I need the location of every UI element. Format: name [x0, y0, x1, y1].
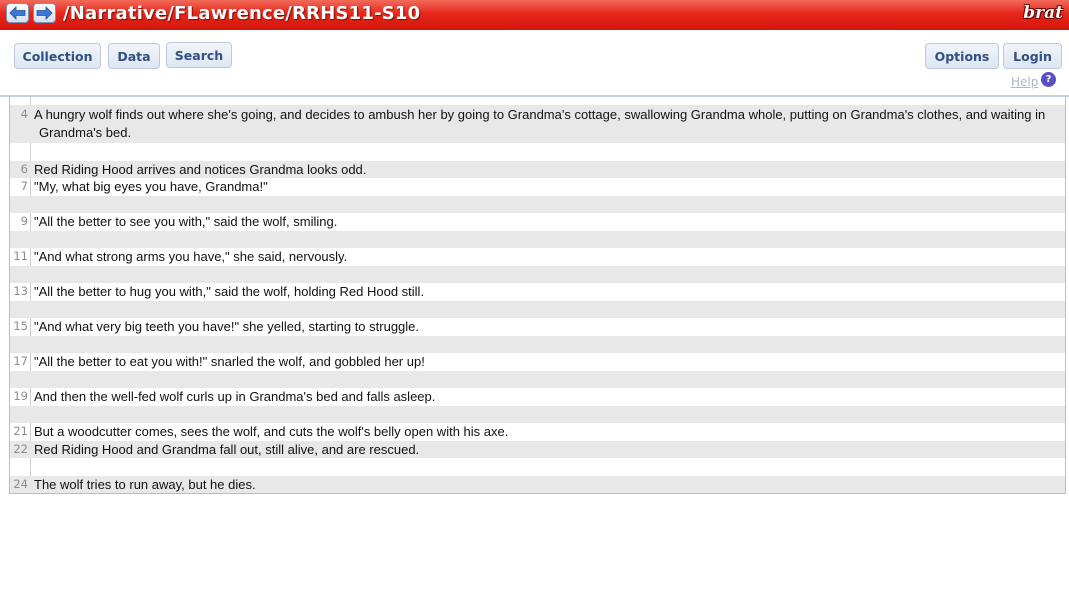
- menu-bar: Collection Data Search Options Login Hel…: [0, 30, 1069, 97]
- line-number: 9: [20, 214, 28, 228]
- line-number: 7: [20, 179, 28, 193]
- document-view: 4 A hungry wolf finds out where she's go…: [9, 97, 1066, 494]
- help-link[interactable]: Help: [1011, 75, 1038, 89]
- line-text: "My, what big eyes you have, Grandma!": [34, 179, 268, 194]
- line-text: The wolf tries to run away, but he dies.: [34, 477, 256, 492]
- line-text: Red Riding Hood and Grandma fall out, st…: [34, 442, 420, 457]
- options-button[interactable]: Options: [925, 43, 999, 69]
- document-path: /Narrative/FLawrence/RRHS11-S10: [63, 3, 421, 24]
- text-line-15: 15 "And what very big teeth you have!" s…: [10, 318, 1065, 336]
- text-line-21: 21 But a woodcutter comes, sees the wolf…: [10, 423, 1065, 441]
- text-line-7: 7 "My, what big eyes you have, Grandma!": [10, 178, 1065, 196]
- arrow-right-icon: [36, 6, 53, 20]
- text-line-11: 11 "And what strong arms you have," she …: [10, 248, 1065, 266]
- search-button[interactable]: Search: [166, 42, 232, 68]
- title-bar: /Narrative/FLawrence/RRHS11-S10 brat: [0, 0, 1069, 30]
- line-text: Red Riding Hood arrives and notices Gran…: [34, 162, 367, 177]
- collection-button[interactable]: Collection: [14, 43, 101, 69]
- line-number: 11: [13, 249, 28, 263]
- line-number: 13: [13, 284, 28, 298]
- text-line-6: 6 Red Riding Hood arrives and notices Gr…: [10, 161, 1065, 178]
- text-line-22: 22 Red Riding Hood and Grandma fall out,…: [10, 441, 1065, 458]
- arrow-left-icon: [9, 6, 26, 20]
- text-line-23: [10, 458, 1065, 476]
- line-text: "And what strong arms you have," she sai…: [34, 249, 348, 264]
- line-number: 15: [13, 319, 28, 333]
- line-number: 17: [13, 354, 28, 368]
- text-line-9: 9 "All the better to see you with," said…: [10, 213, 1065, 231]
- line-text-part: A hungry wolf finds out where she's goin…: [34, 107, 1046, 122]
- text-line-4: 4 A hungry wolf finds out where she's go…: [10, 105, 1065, 143]
- text-line-14: [10, 301, 1065, 318]
- line-text: A hungry wolf finds out where she's goin…: [34, 106, 1054, 142]
- line-number: 22: [13, 442, 28, 456]
- line-text: "All the better to eat you with!" snarle…: [34, 354, 425, 369]
- data-button[interactable]: Data: [108, 43, 160, 69]
- text-line-19: 19 And then the well-fed wolf curls up i…: [10, 388, 1065, 406]
- line-number: 21: [13, 424, 28, 438]
- text-line-17: 17 "All the better to eat you with!" sna…: [10, 353, 1065, 371]
- text-line-10: [10, 231, 1065, 248]
- text-line-24: 24 The wolf tries to run away, but he di…: [10, 476, 1065, 493]
- text-line-12: [10, 266, 1065, 283]
- brat-logo: brat: [1023, 3, 1063, 23]
- login-button[interactable]: Login: [1003, 43, 1062, 69]
- line-text: But a woodcutter comes, sees the wolf, a…: [34, 424, 509, 439]
- text-line-16: [10, 336, 1065, 353]
- text-line-8: [10, 196, 1065, 213]
- back-button[interactable]: [6, 3, 29, 23]
- line-text-part: Grandma's bed.: [39, 125, 132, 140]
- line-number: 19: [13, 389, 28, 403]
- line-number: 4: [20, 107, 28, 121]
- line-number: 24: [13, 477, 28, 491]
- line-text: And then the well-fed wolf curls up in G…: [34, 389, 436, 404]
- text-line-18: [10, 371, 1065, 388]
- help-icon[interactable]: ?: [1041, 72, 1056, 87]
- line-number: 6: [20, 162, 28, 176]
- line-text: "All the better to hug you with," said t…: [34, 284, 425, 299]
- line-text: "All the better to see you with," said t…: [34, 214, 338, 229]
- text-line-5: [10, 143, 1065, 161]
- text-line-13: 13 "All the better to hug you with," sai…: [10, 283, 1065, 301]
- text-line-20: [10, 406, 1065, 423]
- line-text: "And what very big teeth you have!" she …: [34, 319, 420, 334]
- forward-button[interactable]: [33, 3, 56, 23]
